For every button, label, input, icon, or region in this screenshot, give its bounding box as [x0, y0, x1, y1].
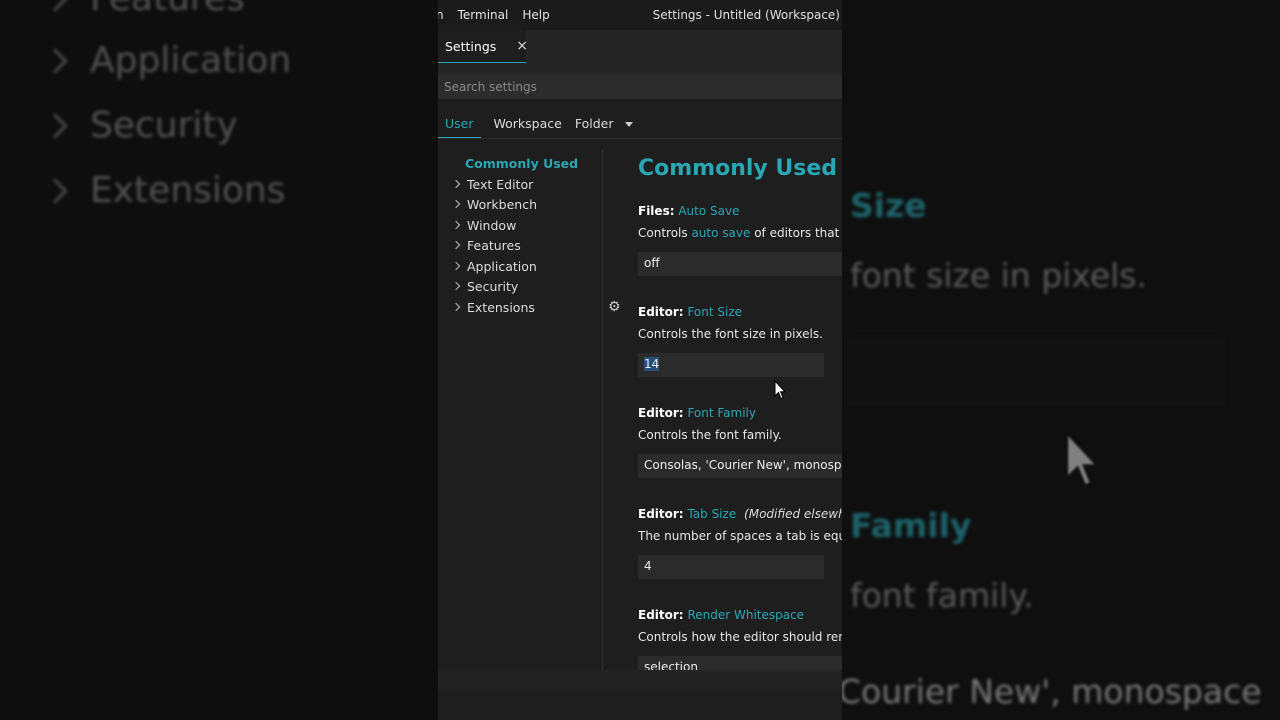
setting-description: The number of spaces a tab is equal to — [638, 529, 842, 543]
setting-label: Editor: Font Size — [638, 305, 743, 319]
font-size-value: 14 — [644, 357, 660, 371]
bg-font-value: Courier New', monospace — [842, 672, 1262, 711]
tab-folder-label: Folder — [574, 116, 614, 131]
menu-item-help[interactable]: Help — [515, 8, 556, 22]
settings-scope-tabs: User Workspace Folder — [438, 110, 842, 138]
toc-item-security[interactable]: Security — [451, 277, 518, 295]
toc-item-application[interactable]: Application — [451, 257, 537, 275]
toc-item-text-editor[interactable]: Text Editor — [451, 175, 533, 193]
bg-item-features: Features — [42, 0, 245, 19]
setting-description: Controls auto save of editors that have — [638, 226, 842, 240]
toc-item-window[interactable]: Window — [451, 216, 516, 234]
tab-label: Settings — [445, 38, 497, 54]
tab-folder[interactable]: Folder — [575, 110, 634, 131]
bg-item-application: Application — [42, 40, 291, 81]
close-icon[interactable]: × — [516, 38, 528, 54]
chevron-right-icon — [42, 0, 68, 12]
chevron-right-icon — [451, 261, 461, 271]
setting-description: Controls the font family. — [638, 428, 782, 442]
font-family-input[interactable]: Consolas, 'Courier New', monospace — [638, 454, 842, 478]
toc-item-features[interactable]: Features — [451, 236, 521, 254]
toc-item-workbench[interactable]: Workbench — [451, 195, 537, 213]
editor-tab-bar: Settings × — [438, 30, 842, 74]
page-title: Commonly Used — [638, 156, 838, 181]
chevron-right-icon — [451, 240, 461, 250]
setting-editor-render-whitespace: Editor: Render Whitespace Controls how t… — [638, 608, 842, 670]
search-settings-input[interactable] — [438, 74, 842, 99]
chevron-down-icon — [625, 122, 634, 127]
chevron-right-icon — [42, 112, 68, 139]
bg-mouse-cursor-icon — [1065, 430, 1100, 488]
setting-label: Editor: Tab Size (Modified elsewhere) — [638, 507, 842, 521]
menu-item-terminal[interactable]: Terminal — [451, 8, 516, 22]
mouse-cursor-icon — [774, 380, 786, 400]
background-left-blurred: Features Application Security Extensions — [0, 0, 438, 720]
setting-label: Editor: Font Family — [638, 406, 756, 420]
setting-editor-font-family: Editor: Font Family Controls the font fa… — [638, 406, 842, 478]
chevron-right-icon — [451, 281, 461, 291]
settings-toc: Commonly Used Text Editor Workbench Wind… — [438, 150, 602, 670]
chevron-right-icon — [451, 199, 461, 209]
vscode-window: n Terminal Help Settings - Untitled (Wor… — [438, 0, 842, 720]
setting-description: Controls how the editor should render — [638, 630, 842, 644]
bg-family-label: Family — [850, 506, 972, 545]
chevron-right-icon — [42, 47, 68, 74]
settings-content: Commonly Used Files: Auto Save Controls … — [604, 150, 842, 670]
window-title: Settings - Untitled (Workspace) — [652, 8, 840, 22]
chevron-right-icon — [451, 220, 461, 230]
auto-save-select[interactable]: off — [638, 252, 842, 276]
setting-files-auto-save: Files: Auto Save Controls auto save of e… — [638, 204, 842, 276]
tab-user[interactable]: User — [438, 110, 481, 138]
setting-label: Files: Auto Save — [638, 204, 740, 218]
bg-input-box — [846, 336, 1226, 406]
font-size-input[interactable]: 14 — [638, 353, 824, 377]
toc-item-extensions[interactable]: Extensions — [451, 298, 535, 316]
bg-item-security: Security — [42, 105, 238, 146]
menu-item-selection[interactable]: n — [438, 8, 451, 22]
toc-divider — [602, 150, 603, 670]
bg-font-family-desc: font family. — [850, 576, 1034, 615]
setting-editor-tab-size: Editor: Tab Size (Modified elsewhere) Th… — [638, 507, 842, 579]
chevron-right-icon — [42, 177, 68, 204]
tab-settings[interactable]: Settings × — [438, 30, 528, 63]
bg-font-size-desc: font size in pixels. — [850, 256, 1147, 295]
auto-save-link[interactable]: auto save — [691, 226, 750, 240]
toc-item-commonly-used[interactable]: Commonly Used — [465, 154, 578, 172]
gear-icon[interactable]: ⚙ — [608, 300, 622, 314]
bg-size-label: Size — [850, 186, 927, 225]
setting-editor-font-size: Editor: Font Size Controls the font size… — [638, 305, 842, 377]
divider — [438, 138, 842, 139]
bg-item-extensions: Extensions — [42, 170, 286, 211]
chevron-right-icon — [451, 179, 461, 189]
status-bar-strip — [438, 670, 842, 690]
tab-size-input[interactable]: 4 — [638, 555, 824, 579]
render-whitespace-select[interactable]: selection — [638, 656, 842, 670]
modified-elsewhere-note: (Modified elsewhere) — [744, 507, 842, 521]
tab-workspace[interactable]: Workspace — [494, 110, 562, 131]
setting-label: Editor: Render Whitespace — [638, 608, 805, 622]
setting-description: Controls the font size in pixels. — [638, 327, 823, 341]
chevron-right-icon — [451, 302, 461, 312]
background-right-blurred: Size font size in pixels. Family font fa… — [842, 0, 1280, 720]
menu-bar: n Terminal Help Settings - Untitled (Wor… — [438, 0, 842, 30]
